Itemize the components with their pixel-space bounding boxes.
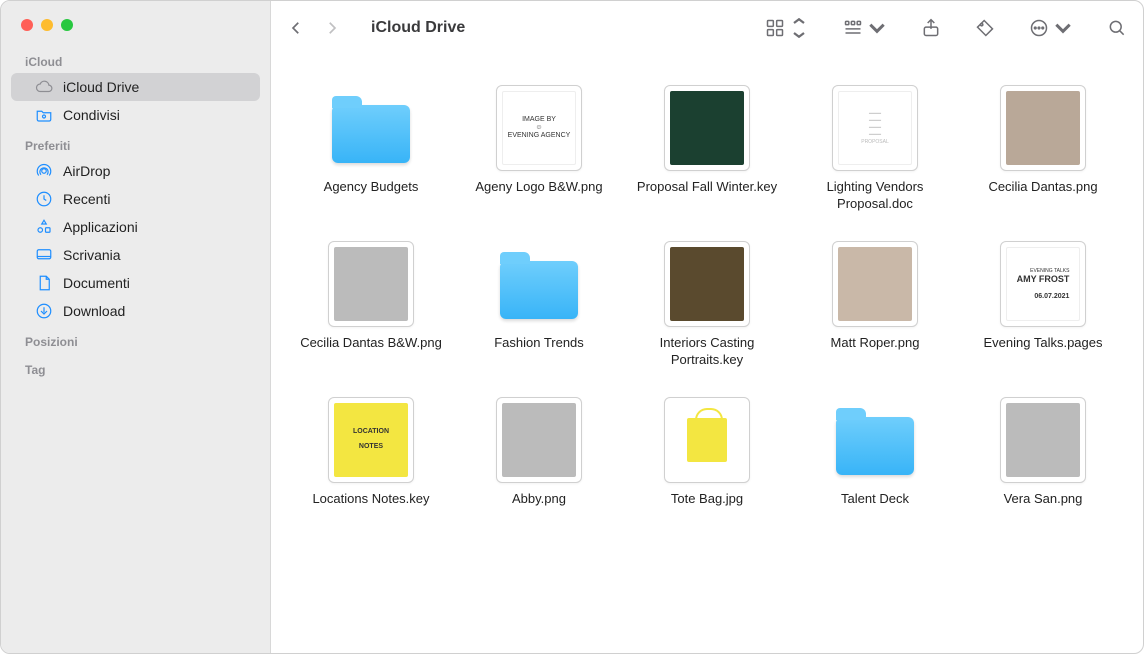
file-thumbnail [664,241,750,327]
sidebar-section-label: Preferiti [1,129,270,157]
sidebar-item-label: AirDrop [63,163,110,179]
share-button[interactable] [921,18,941,38]
sidebar-section-label: Posizioni [1,325,270,353]
fullscreen-window-button[interactable] [61,19,73,31]
file-thumbnail [664,85,750,171]
finder-window: iCloud iCloud Drive Condivisi Preferiti AirD… [0,0,1144,654]
location-title: iCloud Drive [371,19,465,37]
sidebar-item-label: Documenti [63,275,130,291]
sidebar-item-label: Download [63,303,125,319]
sidebar-item-label: Scrivania [63,247,121,263]
file-label: Cecilia Dantas.png [988,179,1097,196]
folder-icon [332,105,410,163]
file-item[interactable]: IMAGE BY☺EVENING AGENCY Ageny Logo B&W.pn… [459,85,619,213]
sidebar-item-applicazioni[interactable]: Applicazioni [11,213,260,241]
folder-thumbnail [328,85,414,171]
file-label: Lighting Vendors Proposal.doc [797,179,953,213]
file-item[interactable]: Matt Roper.png [795,241,955,369]
group-by-button[interactable] [843,18,887,38]
airdrop-icon [35,162,53,180]
desktop-icon [35,246,53,264]
file-label: Locations Notes.key [312,491,429,508]
file-item[interactable]: Tote Bag.jpg [627,397,787,508]
back-button[interactable] [287,19,305,37]
folder-thumbnail [832,397,918,483]
file-thumbnail [1000,397,1086,483]
file-label: Abby.png [512,491,566,508]
minimize-window-button[interactable] [41,19,53,31]
file-label: Matt Roper.png [831,335,920,352]
toolbar: iCloud Drive [271,1,1143,55]
file-label: Fashion Trends [494,335,584,352]
file-thumbnail [496,397,582,483]
download-icon [35,302,53,320]
sidebar-item-label: Condivisi [63,107,120,123]
clock-icon [35,190,53,208]
sidebar-item-condivisi[interactable]: Condivisi [11,101,260,129]
view-icons-button[interactable] [765,18,809,38]
sidebar-section-label: iCloud [1,45,270,73]
sidebar-item-documenti[interactable]: Documenti [11,269,260,297]
shared-folder-icon [35,106,53,124]
sidebar-item-recenti[interactable]: Recenti [11,185,260,213]
file-item[interactable]: Cecilia Dantas.png [963,85,1123,213]
sidebar-item-label: Applicazioni [63,219,138,235]
file-item[interactable]: Interiors Casting Portraits.key [627,241,787,369]
file-label: Agency Budgets [324,179,419,196]
file-item[interactable]: ━━━━━━━━━━━━━━━━PROPOSAL Lighting Vendors… [795,85,955,213]
sidebar-item-scrivania[interactable]: Scrivania [11,241,260,269]
sidebar: iCloud iCloud Drive Condivisi Preferiti AirD… [1,1,271,653]
file-thumbnail: ━━━━━━━━━━━━━━━━PROPOSAL [832,85,918,171]
folder-icon [836,417,914,475]
sidebar-item-airdrop[interactable]: AirDrop [11,157,260,185]
file-label: Interiors Casting Portraits.key [629,335,785,369]
file-thumbnail [664,397,750,483]
file-item[interactable]: Talent Deck [795,397,955,508]
file-item[interactable]: EVENING TALKSAMY FROST06.07.2021 Evening … [963,241,1123,369]
file-thumbnail [1000,85,1086,171]
forward-button[interactable] [323,19,341,37]
sidebar-item-download[interactable]: Download [11,297,260,325]
file-item[interactable]: Abby.png [459,397,619,508]
file-thumbnail: EVENING TALKSAMY FROST06.07.2021 [1000,241,1086,327]
file-label: Talent Deck [841,491,909,508]
file-thumbnail: IMAGE BY☺EVENING AGENCY [496,85,582,171]
file-label: Cecilia Dantas B&W.png [300,335,442,352]
file-label: Tote Bag.jpg [671,491,743,508]
file-item[interactable]: Proposal Fall Winter.key [627,85,787,213]
file-item[interactable]: LOCATIONNOTES Locations Notes.key [291,397,451,508]
sidebar-section-label: Tag [1,353,270,381]
file-item[interactable]: Vera San.png [963,397,1123,508]
more-actions-button[interactable] [1029,18,1073,38]
tags-button[interactable] [975,18,995,38]
sidebar-item-label: iCloud Drive [63,79,139,95]
file-thumbnail [832,241,918,327]
file-item[interactable]: Cecilia Dantas B&W.png [291,241,451,369]
sidebar-item-icloud-drive[interactable]: iCloud Drive [11,73,260,101]
apps-icon [35,218,53,236]
close-window-button[interactable] [21,19,33,31]
folder-icon [500,261,578,319]
search-button[interactable] [1107,18,1127,38]
sidebar-item-label: Recenti [63,191,110,207]
file-thumbnail: LOCATIONNOTES [328,397,414,483]
file-label: Vera San.png [1004,491,1083,508]
window-controls [1,1,270,45]
file-label: Evening Talks.pages [983,335,1102,352]
file-item[interactable]: Agency Budgets [291,85,451,213]
cloud-icon [35,78,53,96]
folder-thumbnail [496,241,582,327]
file-item[interactable]: Fashion Trends [459,241,619,369]
file-label: Ageny Logo B&W.png [475,179,602,196]
file-browser: Agency Budgets IMAGE BY☺EVENING AGENCY Age… [271,55,1143,653]
file-thumbnail [328,241,414,327]
file-label: Proposal Fall Winter.key [637,179,777,196]
main-panel: iCloud Drive [271,1,1143,653]
document-icon [35,274,53,292]
